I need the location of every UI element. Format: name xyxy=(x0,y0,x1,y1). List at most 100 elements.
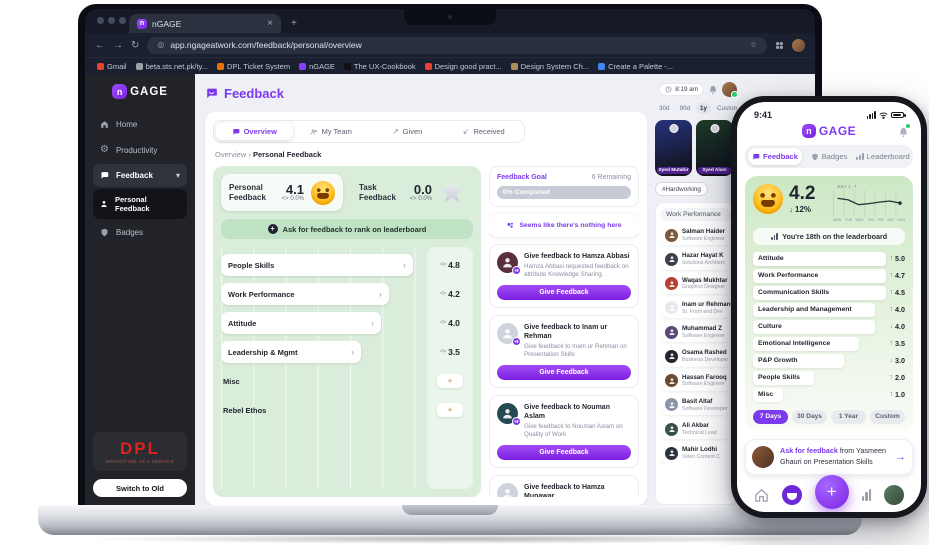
person-row[interactable]: Basit Altaf Software Developer xyxy=(661,394,731,415)
leaderboard-nav-icon[interactable] xyxy=(861,489,872,501)
tab-overview[interactable]: Overview xyxy=(216,123,293,140)
sidebar-item-productivity[interactable]: ⚙ Productivity xyxy=(93,138,187,162)
bell-icon[interactable] xyxy=(898,124,910,143)
skill-score: 4.8 xyxy=(448,260,460,270)
person-row[interactable]: Hassan Farooq Software Engineer xyxy=(661,370,731,391)
skill-bar[interactable]: Leadership & Mgmt › xyxy=(221,341,361,363)
period-chip[interactable]: Custom xyxy=(713,103,737,114)
reload-icon[interactable]: ↻ xyxy=(131,40,139,51)
person-row[interactable]: Hazar Hayat K Solutions Architect xyxy=(661,249,731,270)
sidebar-item-badges[interactable]: Badges xyxy=(93,221,187,244)
url-bar[interactable]: ◎ app.ngageatwork.com/feedback/personal/… xyxy=(147,36,767,54)
person-row[interactable]: Ali Akbar Technical Lead xyxy=(661,419,731,440)
sidebar-item-home[interactable]: Home xyxy=(93,113,187,136)
period-chip[interactable]: 30d xyxy=(655,103,674,114)
tab-my-team[interactable]: My Team xyxy=(293,123,370,140)
breadcrumb-parent[interactable]: Overview xyxy=(215,150,246,159)
bookmark-item[interactable]: The UX-Cookbook xyxy=(343,62,416,71)
period-chip[interactable]: 30 Days xyxy=(792,409,827,424)
browser-profile-avatar[interactable] xyxy=(792,38,805,52)
skill-bar[interactable]: Work Performance › xyxy=(221,283,389,305)
person-role: Software Developer xyxy=(682,405,728,412)
switch-to-old-button[interactable]: Switch to Old xyxy=(93,479,187,497)
add-button[interactable]: + xyxy=(814,475,849,509)
story-card[interactable]: Syed Mutahir xyxy=(655,120,692,176)
window-controls[interactable] xyxy=(97,17,126,24)
person-row[interactable]: Salman Haider Software Engineer xyxy=(661,225,731,246)
app-logo: n GAGE xyxy=(801,124,856,138)
swap-icon: <> xyxy=(440,262,446,268)
sidebar-item-feedback[interactable]: Feedback ▾ xyxy=(93,164,187,187)
person-icon xyxy=(668,377,675,384)
person-row[interactable]: Mahir Lodhi Video Content C xyxy=(661,443,731,464)
bookmark-item[interactable]: Design good pract... xyxy=(424,62,502,71)
skill-bar[interactable]: Attitude xyxy=(753,252,886,266)
leaderboard-rank-banner[interactable]: You're 18th on the leaderboard xyxy=(753,228,905,245)
add-skill-button[interactable]: + xyxy=(437,374,463,388)
give-feedback-button[interactable]: Give Feedback xyxy=(497,284,631,300)
bookmark-item[interactable]: Gmail xyxy=(97,62,127,71)
skill-bar[interactable]: Attitude › xyxy=(221,312,381,334)
person-row[interactable]: Inam ur Rehman Sr. Front end Dev xyxy=(661,297,731,318)
period-chip[interactable]: 1y xyxy=(696,103,712,114)
story-card[interactable]: Syed Alam xyxy=(696,120,733,176)
skill-bar[interactable]: Work Performance xyxy=(753,269,886,283)
user-avatar[interactable] xyxy=(722,82,737,98)
bookmark-star-icon[interactable]: ☆ xyxy=(750,41,757,49)
ngage-favicon: n xyxy=(137,18,147,29)
arrow-right-icon[interactable]: → xyxy=(895,451,906,463)
skill-bar[interactable]: Misc xyxy=(753,388,784,402)
add-skill-button[interactable]: + xyxy=(437,403,463,417)
feedback-nav-icon[interactable] xyxy=(781,485,802,505)
hashtag-pill[interactable]: #Hardworking xyxy=(655,182,708,196)
site-settings-icon[interactable]: ◎ xyxy=(157,41,164,49)
extensions-icon[interactable] xyxy=(775,41,784,50)
skill-bar[interactable]: Culture xyxy=(753,320,875,334)
avatar xyxy=(665,252,678,266)
person-row[interactable]: Osama Rashed Business Developer xyxy=(661,346,731,367)
skill-bar[interactable]: Communication Skills xyxy=(753,286,886,300)
skill-bar[interactable]: Leadership and Management xyxy=(753,303,875,317)
bookmark-item[interactable]: Design System Ch... xyxy=(510,62,589,71)
phone-skills-list: Attitude ↑ 5.0 Work Performance ↑ 4.7 Co… xyxy=(753,252,905,402)
bookmark-item[interactable]: DPL Ticket System xyxy=(217,62,290,71)
new-tab-icon[interactable]: + xyxy=(291,19,297,33)
skill-score: ↑ 1.0 xyxy=(889,390,906,400)
ask-feedback-card[interactable]: Ask for feedback from Yasmeen Ghauri on … xyxy=(745,438,913,475)
bookmark-item[interactable]: Create a Palette -... xyxy=(598,62,673,71)
bookmark-item[interactable]: nGAGE xyxy=(299,62,335,71)
tab-feedback[interactable]: Feedback xyxy=(748,148,802,165)
skill-bar[interactable]: P&P Growth xyxy=(753,354,845,368)
tab-received[interactable]: ↙ Received xyxy=(446,123,523,140)
person-row[interactable]: Waqas Mukhtar Graphics Designer xyxy=(661,273,731,294)
person-role: Sr. Front end Dev xyxy=(682,308,723,315)
tab-leaderboard[interactable]: Leaderboard xyxy=(856,148,910,165)
chevron-right-icon: › xyxy=(403,260,406,270)
skill-bar[interactable]: People Skills xyxy=(753,371,814,385)
bell-icon[interactable] xyxy=(708,85,718,95)
bookmark-item[interactable]: beta.sts.net.pk/ty... xyxy=(135,62,208,71)
period-chip[interactable]: 90d xyxy=(676,103,695,114)
person-name: Inam ur Rehman xyxy=(682,300,731,308)
back-icon[interactable]: ← xyxy=(95,40,105,51)
sidebar-item-personal-feedback[interactable]: Personal Feedback xyxy=(93,189,187,219)
profile-nav-avatar[interactable] xyxy=(884,485,905,505)
browser-tab[interactable]: n nGAGE × xyxy=(129,14,281,33)
give-feedback-button[interactable]: Give Feedback xyxy=(497,444,631,460)
give-feedback-button[interactable]: Give Feedback xyxy=(497,364,631,380)
ask-feedback-banner[interactable]: + Ask for feedback to rank on leaderboar… xyxy=(221,219,473,239)
avatar xyxy=(497,402,521,426)
browser-tab-title: nGAGE xyxy=(152,18,182,29)
home-icon[interactable] xyxy=(754,488,769,503)
tab-badges[interactable]: Badges xyxy=(802,148,856,165)
period-chip[interactable]: 7 Days xyxy=(753,409,788,424)
skill-bar[interactable]: Emotional Intelligence xyxy=(753,337,860,351)
tab-close-icon[interactable]: × xyxy=(267,18,273,29)
period-chip[interactable]: 1 Year xyxy=(831,409,866,424)
tab-given[interactable]: ↗ Given xyxy=(369,123,446,140)
forward-icon[interactable]: → xyxy=(113,40,123,51)
person-row[interactable]: Muhammad Z Software Engineer xyxy=(661,322,731,343)
period-chip[interactable]: Custom xyxy=(870,409,905,424)
goal-column: Feedback Goal 6 Remaining 0% Completed S… xyxy=(489,166,639,497)
skill-bar[interactable]: People Skills › xyxy=(221,254,413,276)
